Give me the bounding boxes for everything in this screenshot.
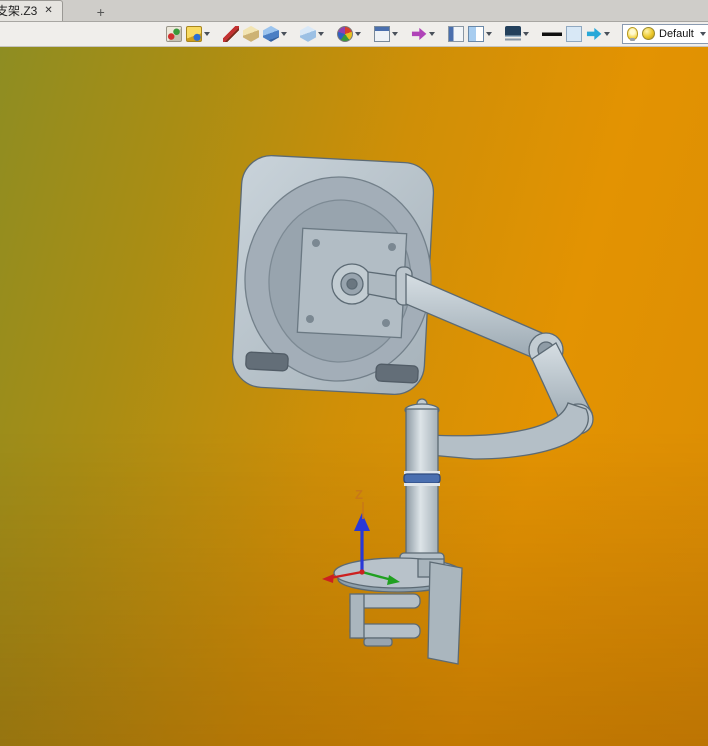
chevron-down-icon	[318, 32, 324, 36]
display-config-label: Default	[659, 28, 694, 40]
3d-viewport[interactable]: Z	[0, 47, 708, 746]
chevron-down-icon	[486, 32, 492, 36]
clamp-screw	[364, 638, 392, 646]
z-axis-label: Z	[355, 487, 363, 502]
pencil-icon[interactable]	[222, 24, 240, 44]
chevron-down-icon	[604, 32, 610, 36]
light-cube-glyph	[300, 26, 316, 42]
chevron-down-icon	[429, 32, 435, 36]
side-panel-icon[interactable]	[447, 24, 465, 44]
tan-box-glyph	[243, 26, 259, 42]
cyan-arrow-icon[interactable]	[585, 24, 611, 44]
paint-bucket-glyph	[186, 26, 202, 42]
chevron-down-icon	[281, 32, 287, 36]
half-shaded-square-glyph	[468, 26, 484, 42]
document-tab[interactable]: 支架.Z3 ✕	[0, 0, 63, 21]
monitor-display-icon[interactable]	[504, 24, 530, 44]
clamp-body	[428, 562, 462, 664]
chevron-down-icon	[204, 32, 210, 36]
magenta-arrow-icon[interactable]	[410, 24, 436, 44]
chevron-down-icon	[355, 32, 361, 36]
upper-arm-segment[interactable]	[406, 274, 550, 365]
magenta-arrow-glyph	[411, 26, 427, 42]
tab-bar: 支架.Z3 ✕ +	[0, 0, 708, 22]
light-cube-icon[interactable]	[299, 24, 325, 44]
side-panel-glyph	[448, 26, 464, 42]
viewport-window-icon[interactable]	[373, 24, 399, 44]
chevron-down-icon	[700, 32, 706, 36]
color-wheel-glyph	[337, 26, 353, 42]
x-axis-arrow	[322, 574, 334, 583]
z-axis-arrow	[354, 513, 370, 531]
yellow-sphere-icon	[642, 27, 655, 40]
pole-blue-ring	[404, 474, 440, 483]
document-tab-label: 支架.Z3	[0, 2, 37, 19]
pencil-glyph	[223, 26, 239, 42]
line-width-icon[interactable]	[541, 24, 563, 44]
mount-pole[interactable]	[400, 399, 444, 577]
tan-box-icon[interactable]	[242, 24, 260, 44]
zw3d-window: 支架.Z3 ✕ + Default	[0, 0, 708, 746]
chevron-down-icon	[392, 32, 398, 36]
tab-close-icon[interactable]: ✕	[43, 5, 53, 16]
chevron-down-icon	[523, 32, 529, 36]
line-width-glyph	[542, 26, 562, 42]
paint-bucket-icon[interactable]	[185, 24, 211, 44]
palette-sheet-glyph	[166, 26, 182, 42]
viewport-window-glyph	[374, 26, 390, 42]
color-wheel-icon[interactable]	[336, 24, 362, 44]
horizontal-link[interactable]	[430, 403, 588, 459]
cyan-arrow-glyph	[586, 26, 602, 42]
model-canvas[interactable]: Z	[0, 47, 708, 746]
display-config-combo[interactable]: Default	[622, 24, 708, 44]
palette-sheet-icon[interactable]	[165, 24, 183, 44]
shaded-cube-icon[interactable]	[262, 24, 288, 44]
half-shaded-square-icon[interactable]	[467, 24, 493, 44]
background-color-glyph	[566, 26, 582, 42]
view-toolbar: Default	[0, 22, 708, 47]
background-color-icon[interactable]	[565, 24, 583, 44]
shaded-cube-glyph	[263, 26, 279, 42]
speaker-grille-left	[246, 352, 289, 371]
monitor-display-glyph	[505, 26, 521, 42]
lightbulb-icon	[627, 27, 638, 40]
new-tab-button[interactable]: +	[89, 3, 113, 21]
speaker-grille-right	[376, 364, 419, 383]
